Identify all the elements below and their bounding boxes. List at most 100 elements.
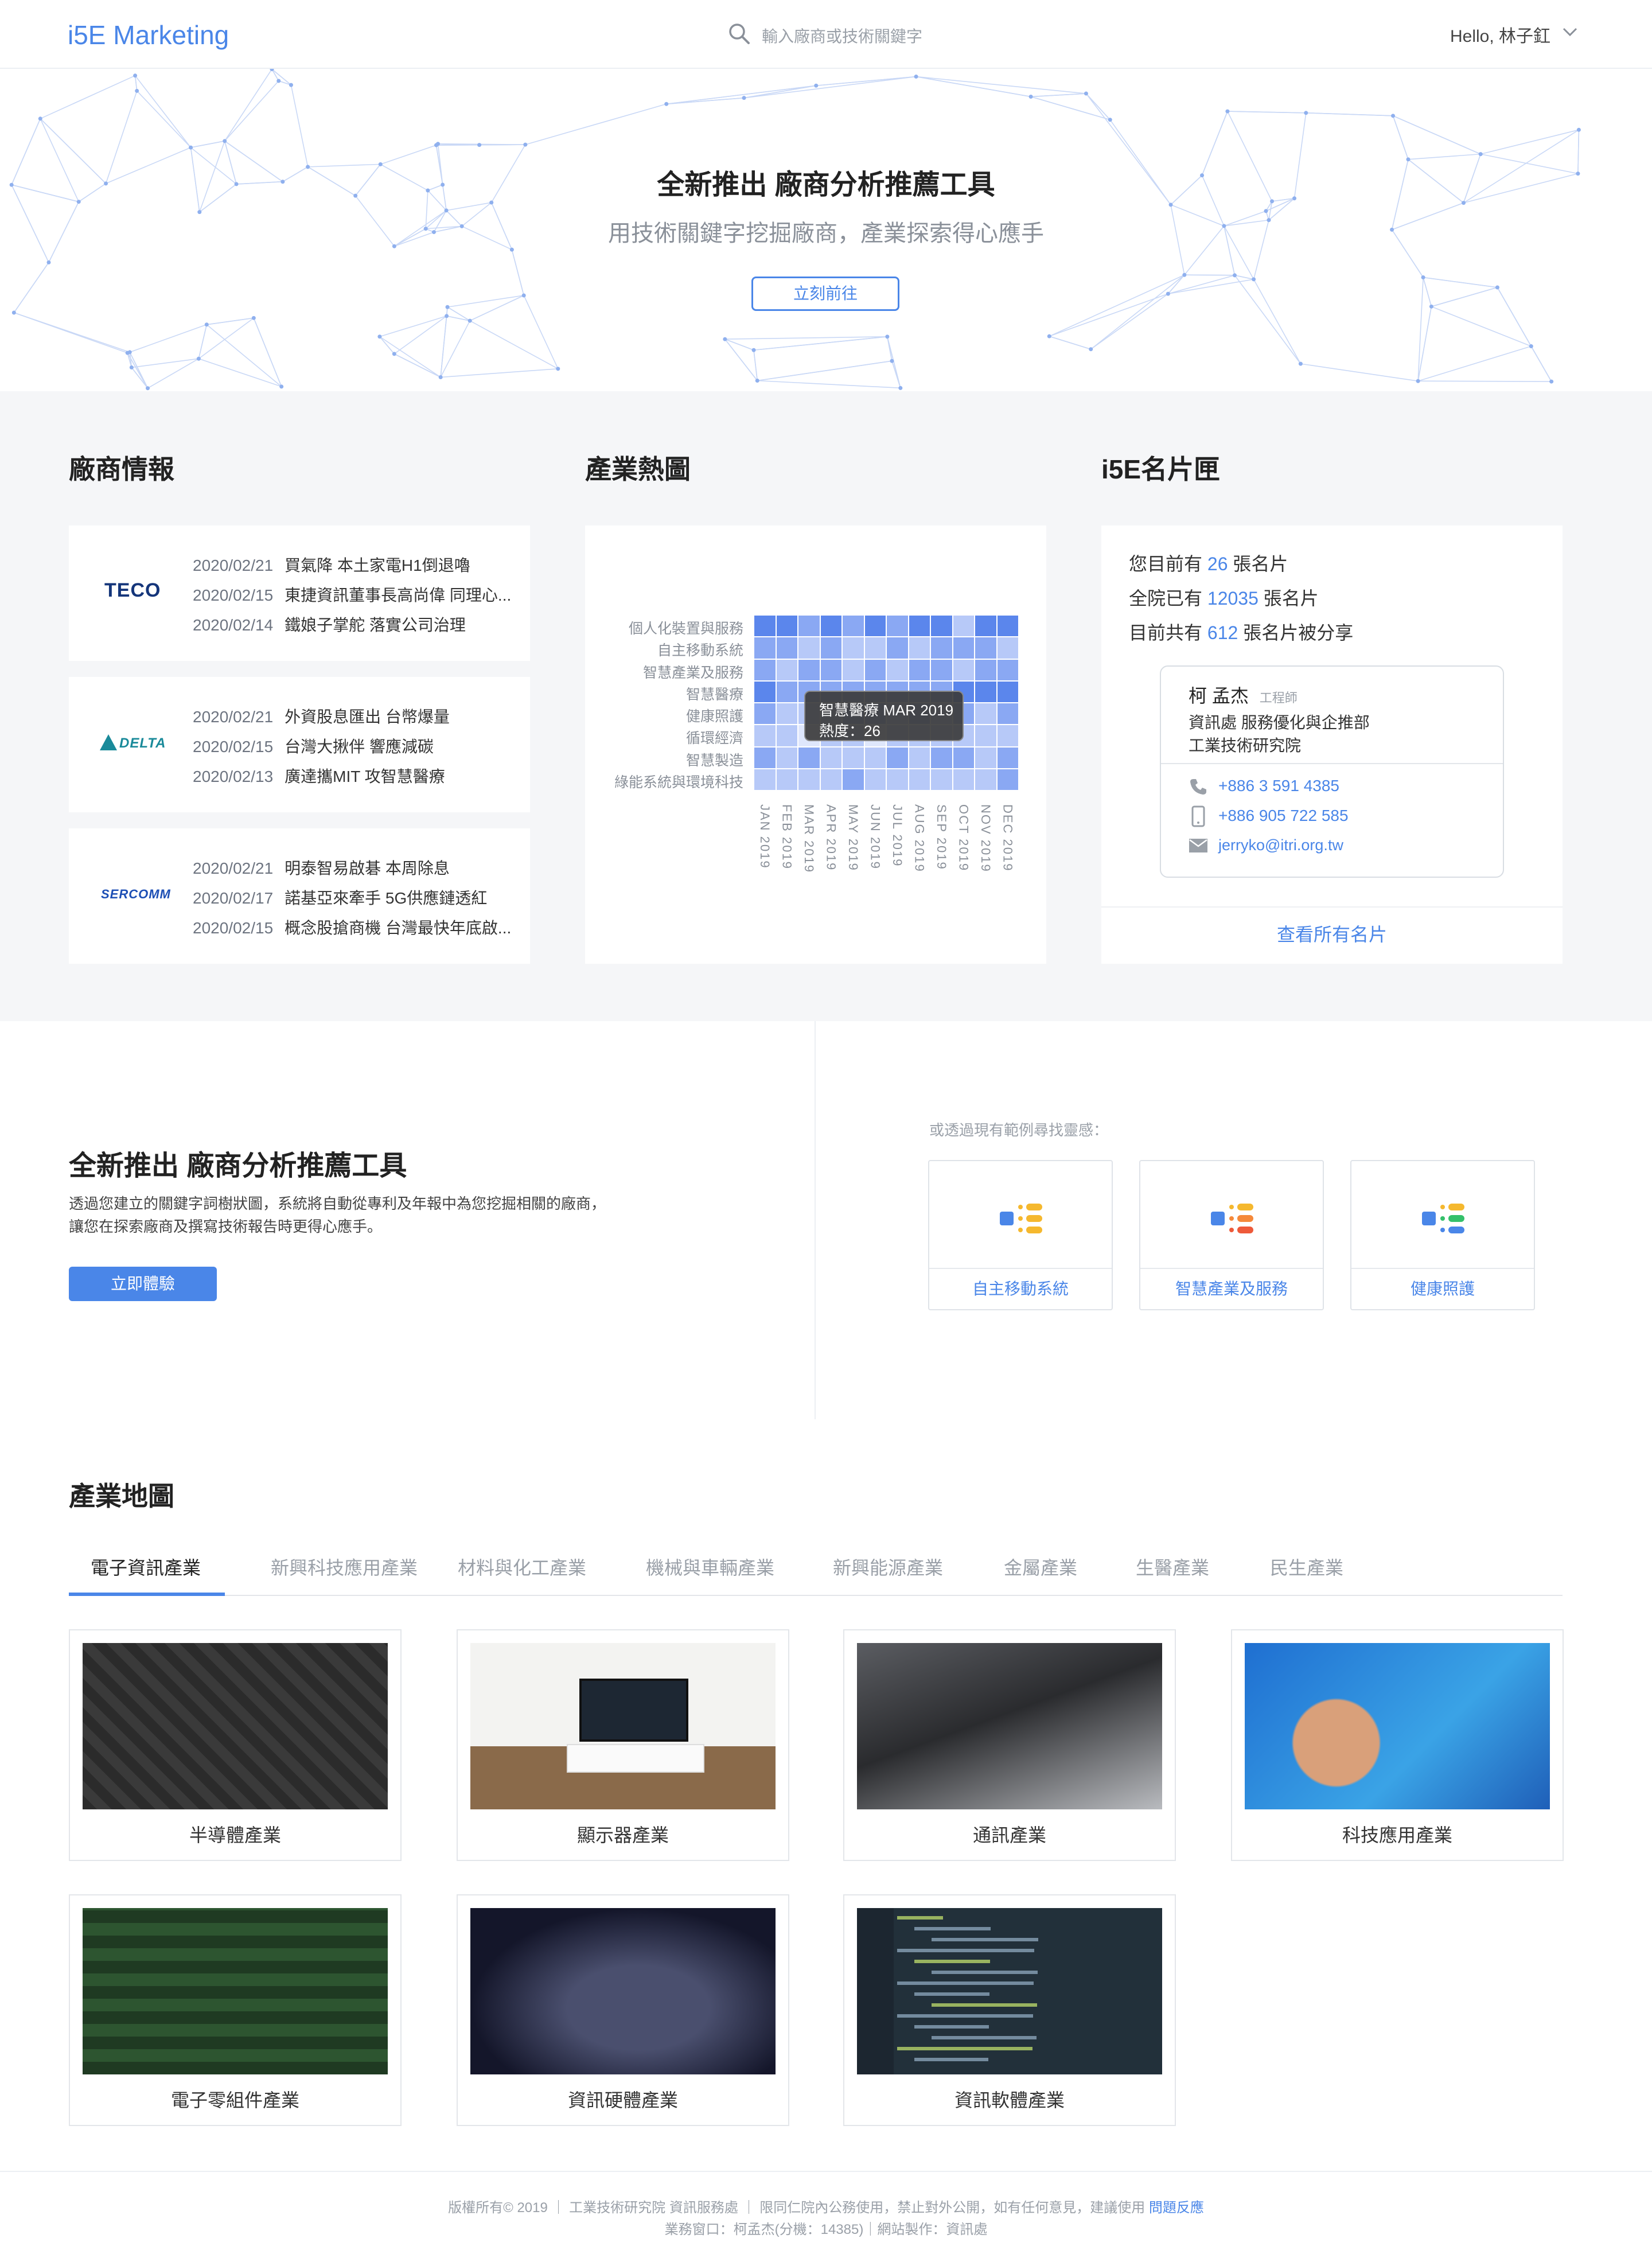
heatmap-cell[interactable] <box>996 703 1019 725</box>
heatmap-cell[interactable] <box>820 659 842 681</box>
heatmap-cell[interactable] <box>908 768 930 791</box>
vendor-logo[interactable]: SERCOMM <box>101 887 171 902</box>
heatmap-cell[interactable] <box>996 746 1019 769</box>
heatmap-cell[interactable] <box>952 637 975 659</box>
heatmap-cell[interactable] <box>754 680 776 703</box>
heatmap-cell[interactable] <box>908 746 930 769</box>
heatmap-cell[interactable] <box>820 768 842 791</box>
heatmap-cell[interactable] <box>776 746 798 769</box>
heatmap-cell[interactable] <box>864 615 886 637</box>
news-headline[interactable]: 外資股息匯出 台幣爆量 <box>285 708 450 726</box>
heatmap-cell[interactable] <box>952 615 975 637</box>
industry-tab[interactable]: 生醫產業 <box>1136 1554 1209 1580</box>
heatmap-cell[interactable] <box>975 615 997 637</box>
heatmap-cell[interactable] <box>754 637 776 659</box>
heatmap-cell[interactable] <box>975 725 997 747</box>
industry-card[interactable]: 科技應用產業 <box>1231 1629 1564 1861</box>
industry-tab[interactable]: 材料與化工產業 <box>458 1554 586 1580</box>
news-item[interactable]: 2020/02/15 概念股搶商機 台灣最快年底啟... <box>193 916 511 939</box>
heatmap-cell[interactable] <box>842 637 864 659</box>
heatmap-cell[interactable] <box>864 659 886 681</box>
example-card[interactable]: 智慧產業及服務 <box>1139 1160 1324 1310</box>
heatmap-cell[interactable] <box>952 659 975 681</box>
heatmap-cell[interactable] <box>754 615 776 637</box>
industry-tab[interactable]: 新興科技應用產業 <box>271 1554 418 1580</box>
heatmap-cell[interactable] <box>996 637 1019 659</box>
hero-go-button[interactable]: 立刻前往 <box>751 277 899 311</box>
heatmap-cell[interactable] <box>930 746 953 769</box>
example-label[interactable]: 智慧產業及服務 <box>1140 1268 1323 1309</box>
heatmap-cell[interactable] <box>798 746 820 769</box>
vendor-news-card[interactable]: SERCOMM 2020/02/21 明泰智易啟碁 本周除息 2020/02/17 諾基… <box>69 828 530 964</box>
industry-tab[interactable]: 電子資訊產業 <box>91 1554 201 1580</box>
heatmap-cell[interactable] <box>996 680 1019 703</box>
heatmap-cell[interactable] <box>864 768 886 791</box>
heatmap-cell[interactable] <box>975 746 997 769</box>
heatmap-cell[interactable] <box>908 615 930 637</box>
news-item[interactable]: 2020/02/13 廣達攜MIT 攻智慧醫療 <box>193 764 445 787</box>
heatmap-cell[interactable] <box>996 615 1019 637</box>
news-item[interactable]: 2020/02/21 外資股息匯出 台幣爆量 <box>193 704 450 727</box>
contact-email[interactable]: jerryko@itri.org.tw <box>1218 836 1343 854</box>
vendor-logo[interactable]: DELTA <box>100 734 166 752</box>
example-card[interactable]: 自主移動系統 <box>928 1160 1113 1310</box>
heatmap-cell[interactable] <box>930 768 953 791</box>
heatmap-cell[interactable] <box>776 768 798 791</box>
try-now-button[interactable]: 立即體驗 <box>69 1267 217 1301</box>
heatmap-cell[interactable] <box>908 659 930 681</box>
heatmap-cell[interactable] <box>996 768 1019 791</box>
contact-mobile[interactable]: +886 905 722 585 <box>1218 807 1349 825</box>
heatmap-cell[interactable] <box>776 659 798 681</box>
heatmap-cell[interactable] <box>798 659 820 681</box>
heatmap-cell[interactable] <box>842 659 864 681</box>
heatmap-cell[interactable] <box>754 746 776 769</box>
heatmap-cell[interactable] <box>776 703 798 725</box>
heatmap-cell[interactable] <box>842 768 864 791</box>
heatmap-cell[interactable] <box>975 703 997 725</box>
industry-card[interactable]: 半導體產業 <box>69 1629 402 1861</box>
news-headline[interactable]: 明泰智易啟碁 本周除息 <box>285 859 450 877</box>
heatmap-cell[interactable] <box>886 659 909 681</box>
heatmap-cell[interactable] <box>798 637 820 659</box>
news-item[interactable]: 2020/02/14 鐵娘子掌舵 落實公司治理 <box>193 613 466 636</box>
heatmap-cell[interactable] <box>908 637 930 659</box>
heatmap-cell[interactable] <box>864 746 886 769</box>
heatmap-cell[interactable] <box>842 746 864 769</box>
industry-card[interactable]: 顯示器產業 <box>457 1629 789 1861</box>
heatmap-cell[interactable] <box>975 659 997 681</box>
industry-tab[interactable]: 民生產業 <box>1270 1554 1343 1580</box>
heatmap-cell[interactable] <box>798 768 820 791</box>
search-input[interactable]: 輸入廠商或技術關鍵字 <box>762 24 922 47</box>
contact-phone[interactable]: +886 3 591 4385 <box>1218 777 1339 795</box>
feedback-link[interactable]: 問題反應 <box>1149 2200 1204 2216</box>
industry-tab[interactable]: 金屬產業 <box>1004 1554 1077 1580</box>
heatmap-cell[interactable] <box>975 680 997 703</box>
search-bar[interactable]: 輸入廠商或技術關鍵字 <box>727 21 1014 48</box>
heatmap-cell[interactable] <box>754 703 776 725</box>
heatmap-cell[interactable] <box>975 768 997 791</box>
heatmap-cell[interactable] <box>776 615 798 637</box>
search-icon[interactable] <box>727 22 751 46</box>
heatmap-cell[interactable] <box>776 637 798 659</box>
example-label[interactable]: 自主移動系統 <box>929 1268 1112 1309</box>
news-item[interactable]: 2020/02/21 明泰智易啟碁 本周除息 <box>193 856 450 879</box>
heatmap-cell[interactable] <box>776 725 798 747</box>
heatmap-cell[interactable] <box>754 768 776 791</box>
heatmap-cell[interactable] <box>996 659 1019 681</box>
industry-card[interactable]: 資訊軟體產業 <box>843 1894 1176 2126</box>
news-item[interactable]: 2020/02/21 買氣降 本土家電H1倒退嚕 <box>193 553 470 576</box>
example-label[interactable]: 健康照護 <box>1351 1268 1534 1309</box>
heatmap-cell[interactable] <box>886 637 909 659</box>
heatmap-cell[interactable] <box>996 725 1019 747</box>
news-headline[interactable]: 廣達攜MIT 攻智慧醫療 <box>285 768 445 785</box>
news-item[interactable]: 2020/02/15 東捷資訊董事長高尚偉 同理心... <box>193 583 511 606</box>
news-headline[interactable]: 台灣大揪伴 響應減碳 <box>285 738 434 756</box>
news-item[interactable]: 2020/02/15 台灣大揪伴 響應減碳 <box>193 734 434 757</box>
user-menu[interactable]: Hello, 林子釭 <box>1450 22 1550 47</box>
heatmap-cell[interactable] <box>776 680 798 703</box>
heatmap-cell[interactable] <box>886 768 909 791</box>
industry-card[interactable]: 資訊硬體產業 <box>457 1894 789 2126</box>
example-card[interactable]: 健康照護 <box>1350 1160 1535 1310</box>
vendor-news-card[interactable]: DELTA 2020/02/21 外資股息匯出 台幣爆量 2020/02/15 台灣大揪… <box>69 677 530 812</box>
heatmap-cell[interactable] <box>754 659 776 681</box>
